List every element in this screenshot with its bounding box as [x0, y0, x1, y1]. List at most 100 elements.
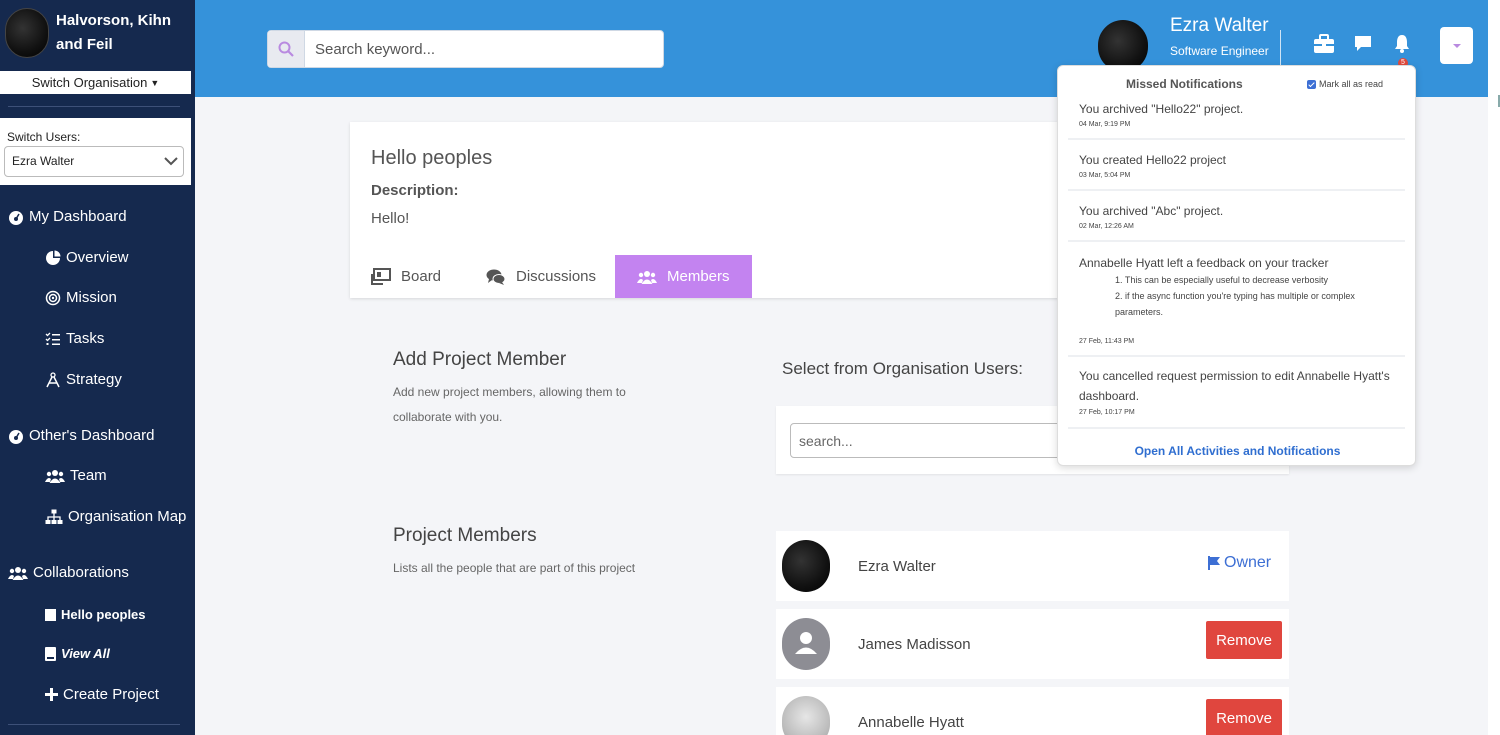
sidebar-item-tasks[interactable]: Tasks [45, 330, 104, 347]
sidebar-item-label: Team [70, 467, 107, 484]
search-button[interactable] [268, 31, 305, 67]
notification-time: 03 Mar, 5:04 PM [1079, 172, 1131, 179]
sidebar-item-label: Overview [66, 249, 129, 266]
tab-discussions[interactable]: Discussions [486, 255, 611, 298]
sidebar-item-label: Other's Dashboard [29, 427, 155, 444]
notification-text: You archived "Hello22" project. [1079, 102, 1244, 116]
sidebar: Halvorson, Kihn and Feil Switch Organisa… [0, 0, 195, 735]
sidebar-item-label: Strategy [66, 371, 122, 388]
remove-member-button[interactable]: Remove [1206, 699, 1282, 735]
list-item: Annabelle Hyatt Remove [776, 687, 1289, 735]
notifications-popover: Missed Notifications Mark all as read Yo… [1057, 65, 1416, 466]
sidebar-item-strategy[interactable]: Strategy [45, 371, 122, 388]
page-title: Hello peoples [371, 147, 493, 169]
notification-time: 04 Mar, 9:19 PM [1079, 121, 1131, 128]
add-member-title: Add Project Member [393, 349, 567, 370]
selected-user: Ezra Walter [12, 154, 75, 168]
open-all-notifications-link[interactable]: Open All Activities and Notifications [1058, 444, 1417, 458]
notification-time: 02 Mar, 12:26 AM [1079, 223, 1134, 230]
sidebar-item-my-dashboard[interactable]: My Dashboard [8, 208, 127, 225]
tab-label: Discussions [516, 268, 597, 285]
member-name: Annabelle Hyatt [858, 714, 964, 731]
owner-label: Owner [1224, 554, 1272, 571]
select-users-title: Select from Organisation Users: [782, 359, 1023, 378]
search-input[interactable] [306, 31, 661, 67]
bell-icon[interactable] [1394, 33, 1410, 55]
sidebar-item-label: Hello peoples [61, 607, 146, 622]
users-icon [637, 270, 657, 284]
sidebar-item-mission[interactable]: Mission [45, 289, 117, 306]
user-menu-dropdown[interactable] [1440, 27, 1473, 64]
sidebar-item-view-all[interactable]: View All [45, 646, 110, 661]
sidebar-item-team[interactable]: Team [45, 467, 107, 484]
description-label: Description: [371, 182, 459, 199]
users-icon [8, 566, 28, 580]
search-icon [278, 41, 294, 57]
list-item: Ezra Walter Owner [776, 531, 1289, 601]
sidebar-divider [8, 106, 180, 107]
project-members-title: Project Members [393, 525, 537, 546]
caret-down-icon: ▼ [150, 78, 160, 88]
tab-members[interactable]: Members [615, 255, 752, 298]
notification-time: 27 Feb, 10:17 PM [1079, 409, 1135, 416]
scrollbar[interactable] [1488, 0, 1500, 735]
toolbox-icon[interactable] [1313, 33, 1335, 55]
org-name: Halvorson, Kihn and Feil [56, 12, 172, 53]
dashboard-icon [9, 429, 23, 444]
sidebar-item-label: Organisation Map [68, 508, 187, 525]
sidebar-item-organisation-map[interactable]: Organisation Map [45, 508, 186, 525]
sidebar-item-collaborations[interactable]: Collaborations [8, 564, 129, 581]
comments-icon [486, 269, 506, 285]
mark-all-read-checkbox[interactable]: Mark all as read [1307, 79, 1383, 89]
notification-item[interactable]: You archived "Abc" project. 02 Mar, 12:2… [1068, 196, 1405, 242]
checkbox-checked-icon [1307, 79, 1316, 89]
avatar [782, 618, 830, 670]
list-item: James Madisson Remove [776, 609, 1289, 679]
board-icon [371, 267, 391, 285]
book-icon [45, 646, 56, 661]
org-avatar [5, 8, 49, 58]
remove-member-button[interactable]: Remove [1206, 621, 1282, 659]
switch-org-label: Switch Organisation [31, 75, 148, 90]
member-name: James Madisson [858, 636, 971, 653]
member-name: Ezra Walter [858, 558, 936, 575]
plus-icon [45, 688, 58, 701]
sidebar-item-label: Collaborations [33, 564, 129, 581]
dashboard-icon [9, 210, 23, 225]
sidebar-item-label: Mission [66, 289, 117, 306]
mark-all-label: Mark all as read [1319, 79, 1384, 89]
switch-users-label: Switch Users: [7, 130, 81, 144]
sidebar-item-label: Create Project [63, 686, 159, 703]
user-role: Software Engineer [1170, 44, 1269, 58]
project-card: Hello peoples Description: Hello! Board … [350, 122, 1060, 298]
project-members-subtitle: Lists all the people that are part of th… [393, 561, 636, 575]
notification-item[interactable]: Annabelle Hyatt left a feedback on your … [1068, 248, 1405, 357]
owner-badge: Owner [1208, 554, 1271, 572]
target-icon [45, 290, 61, 305]
avatar [782, 540, 830, 592]
sidebar-item-hello-peoples[interactable]: Hello peoples [45, 607, 146, 622]
notification-item[interactable]: You created Hello22 project 03 Mar, 5:04… [1068, 145, 1405, 191]
search-bar [267, 30, 664, 68]
caret-down-icon [1452, 43, 1461, 48]
notification-text: You cancelled request permission to edit… [1079, 369, 1390, 403]
user-select[interactable]: Ezra Walter [4, 146, 184, 177]
flag-icon [1208, 556, 1220, 570]
tab-label: Members [667, 268, 730, 285]
notification-item[interactable]: You cancelled request permission to edit… [1068, 365, 1405, 429]
switch-organisation-button[interactable]: Switch Organisation ▼ [0, 71, 191, 94]
sidebar-item-label: Tasks [66, 330, 105, 347]
user-name: Ezra Walter [1170, 15, 1269, 36]
sidebar-item-overview[interactable]: Overview [45, 249, 129, 266]
notification-text: Annabelle Hyatt left a feedback on your … [1079, 256, 1329, 270]
chat-icon[interactable] [1354, 33, 1372, 55]
header-divider [1280, 30, 1281, 66]
pie-chart-icon [46, 250, 61, 265]
sidebar-item-others-dashboard[interactable]: Other's Dashboard [8, 427, 154, 444]
users-icon [45, 469, 65, 483]
tab-board[interactable]: Board [371, 255, 466, 298]
notification-text: You archived "Abc" project. [1079, 204, 1224, 218]
sidebar-item-create-project[interactable]: Create Project [45, 686, 159, 703]
sidebar-item-label: View All [61, 646, 110, 661]
notification-item[interactable]: You archived "Hello22" project. 04 Mar, … [1068, 94, 1405, 140]
